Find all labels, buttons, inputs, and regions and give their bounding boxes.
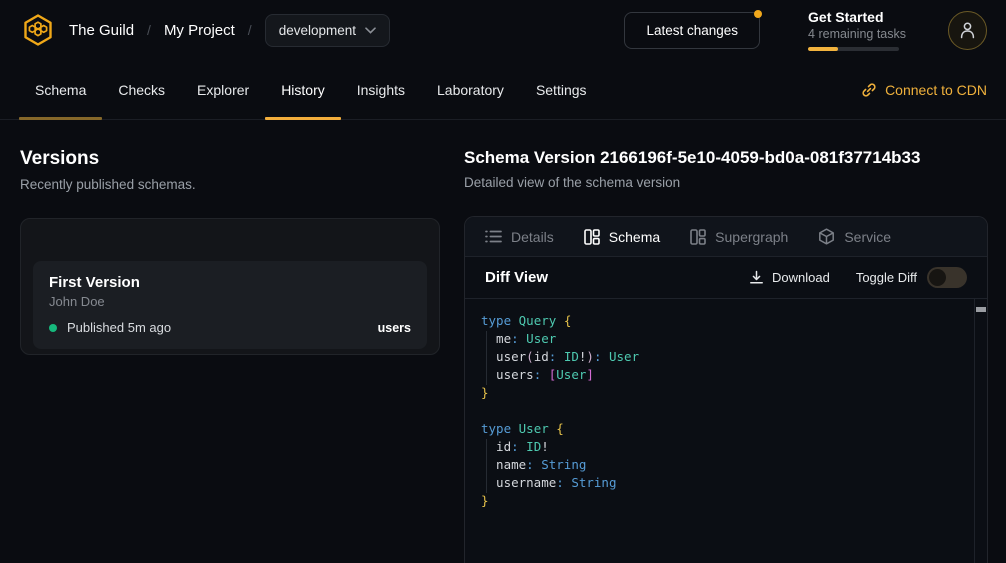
user-avatar[interactable]: [948, 11, 987, 50]
version-author: John Doe: [49, 294, 411, 309]
nav-tab-history[interactable]: History: [265, 60, 341, 119]
version-detail-panel: Schema Version 2166196f-5e10-4059-bd0a-0…: [464, 120, 988, 563]
versions-card: First Version John Doe Published 5m ago …: [20, 218, 440, 355]
notification-dot: [754, 10, 762, 18]
version-status: Published 5m ago: [67, 320, 171, 335]
get-started-progress-track: [808, 47, 899, 51]
nav-spacer: [603, 60, 862, 119]
versions-subtitle: Recently published schemas.: [20, 177, 440, 192]
top-bar: The Guild / My Project / development Lat…: [0, 0, 1006, 60]
download-label: Download: [772, 270, 830, 285]
breadcrumb-separator: /: [248, 22, 252, 38]
toggle-diff-label: Toggle Diff: [856, 270, 917, 285]
nav-tab-label: Insights: [357, 82, 405, 98]
breadcrumb-separator: /: [147, 22, 151, 38]
get-started-widget[interactable]: Get Started 4 remaining tasks: [808, 9, 906, 51]
nav-tab-label: History: [281, 82, 325, 98]
code-scrollbar-thumb[interactable]: [976, 307, 986, 312]
get-started-subtitle: 4 remaining tasks: [808, 27, 906, 41]
download-icon: [749, 270, 764, 285]
detail-tab-details[interactable]: Details: [485, 229, 554, 245]
nav-tab-label: Checks: [118, 82, 165, 98]
nav-tab-laboratory[interactable]: Laboratory: [421, 60, 520, 119]
versions-panel: Versions Recently published schemas. Fir…: [20, 120, 440, 563]
nav-tab-schema[interactable]: Schema: [19, 60, 102, 119]
nav-tab-label: Explorer: [197, 82, 249, 98]
detail-tab-label: Schema: [609, 229, 660, 245]
nav-tab-checks[interactable]: Checks: [102, 60, 181, 119]
version-detail-box: Details Schema: [464, 216, 988, 563]
version-detail-title: Schema Version 2166196f-5e10-4059-bd0a-0…: [464, 148, 988, 168]
code-scrollbar[interactable]: [974, 299, 987, 563]
detail-tab-label: Details: [511, 229, 554, 245]
toggle-diff-control: Toggle Diff: [856, 267, 967, 288]
service-badge: users: [378, 321, 411, 335]
toggle-knob: [929, 269, 946, 286]
breadcrumb-project[interactable]: My Project: [164, 22, 235, 39]
latest-changes-button[interactable]: Latest changes: [624, 12, 760, 49]
diff-view-title: Diff View: [485, 269, 548, 286]
app-root: The Guild / My Project / development Lat…: [0, 0, 1006, 563]
schema-code-viewer[interactable]: type Query { me: User user(id: ID!): Use…: [465, 299, 987, 563]
columns-icon: [690, 229, 706, 245]
detail-tab-label: Service: [844, 229, 891, 245]
connect-to-cdn-link[interactable]: Connect to CDN: [861, 60, 987, 119]
version-list-item[interactable]: First Version John Doe Published 5m ago …: [33, 261, 427, 349]
published-status-dot: [49, 324, 57, 332]
nav-tab-label: Schema: [35, 82, 86, 98]
nav-tab-label: Laboratory: [437, 82, 504, 98]
environment-selector[interactable]: development: [265, 14, 390, 47]
diff-view-header: Diff View Download Toggle Diff: [465, 257, 987, 299]
download-button[interactable]: Download: [749, 270, 830, 285]
environment-selector-value: development: [279, 23, 356, 38]
versions-title: Versions: [20, 148, 440, 170]
project-nav: Schema Checks Explorer History Insights …: [0, 60, 1006, 120]
diff-actions: Download Toggle Diff: [749, 267, 967, 288]
version-meta-row: Published 5m ago users: [49, 320, 411, 335]
nav-tab-label: Settings: [536, 82, 587, 98]
get-started-progress-fill: [808, 47, 838, 51]
breadcrumb: The Guild / My Project / development: [69, 14, 390, 47]
get-started-title: Get Started: [808, 9, 906, 25]
hive-logo-icon[interactable]: [19, 12, 56, 49]
person-icon: [959, 21, 976, 39]
connect-to-cdn-label: Connect to CDN: [885, 82, 987, 98]
latest-changes-label: Latest changes: [646, 23, 738, 38]
version-detail-subtitle: Detailed view of the schema version: [464, 175, 988, 190]
list-icon: [485, 229, 502, 244]
nav-tab-explorer[interactable]: Explorer: [181, 60, 265, 119]
detail-tabs: Details Schema: [465, 217, 987, 257]
chevron-down-icon: [365, 27, 376, 34]
nav-tab-insights[interactable]: Insights: [341, 60, 421, 119]
version-name: First Version: [49, 274, 411, 291]
main-content: Versions Recently published schemas. Fir…: [0, 120, 1006, 563]
detail-tab-supergraph[interactable]: Supergraph: [690, 229, 788, 245]
detail-tab-schema[interactable]: Schema: [584, 229, 660, 245]
columns-icon: [584, 229, 600, 245]
detail-tab-service[interactable]: Service: [818, 228, 891, 245]
code-lines: type Query { me: User user(id: ID!): Use…: [465, 299, 987, 510]
detail-tab-label: Supergraph: [715, 229, 788, 245]
nav-tab-settings[interactable]: Settings: [520, 60, 603, 119]
toggle-diff-switch[interactable]: [927, 267, 967, 288]
indent-guide: [486, 331, 487, 385]
link-icon: [861, 82, 877, 98]
cube-icon: [818, 228, 835, 245]
breadcrumb-org[interactable]: The Guild: [69, 22, 134, 39]
indent-guide: [486, 439, 487, 493]
